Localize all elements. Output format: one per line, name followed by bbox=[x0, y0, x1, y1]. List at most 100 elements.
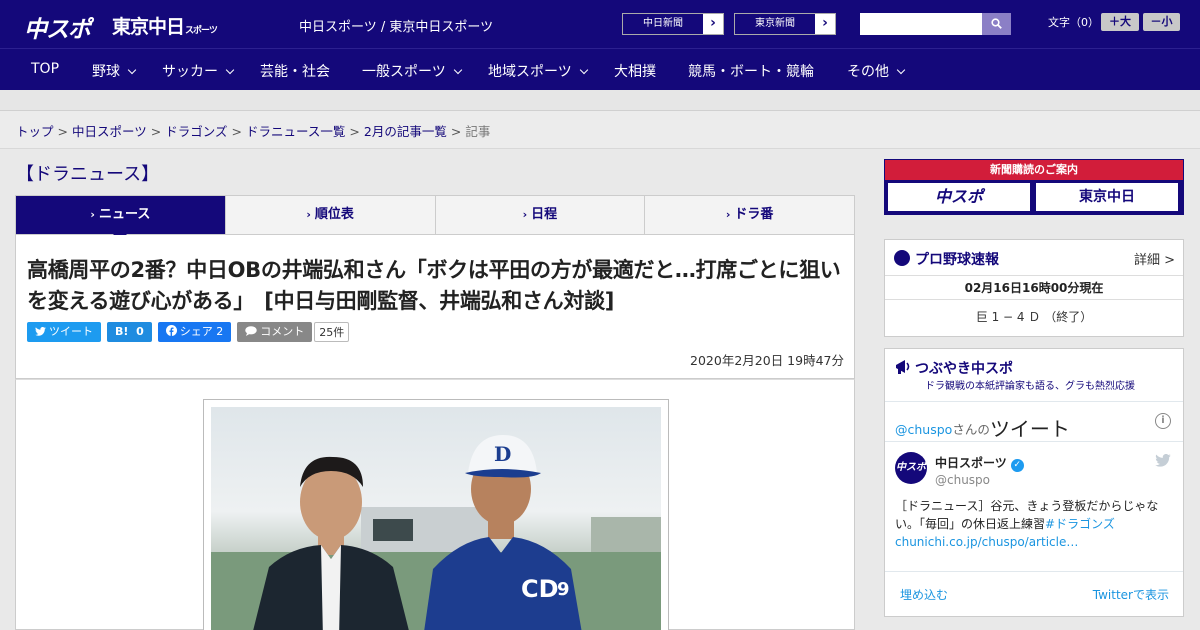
view-on-twitter-link[interactable]: Twitterで表示 bbox=[1093, 586, 1169, 603]
comment-button[interactable]: コメント bbox=[237, 322, 313, 342]
article-photo[interactable]: D CD 9 bbox=[211, 407, 661, 630]
breadcrumb-link-news-list[interactable]: ドラニュース一覧 bbox=[246, 124, 345, 139]
twitter-bird-icon[interactable] bbox=[1155, 454, 1171, 467]
article-photo-area: D CD 9 bbox=[15, 379, 855, 630]
breadcrumb-separator: > bbox=[349, 124, 360, 139]
facebook-share-button[interactable]: シェア 2 bbox=[157, 322, 232, 342]
sub-bar bbox=[0, 90, 1200, 111]
tokyo-logo-main: 東京中日 bbox=[112, 16, 185, 38]
article-header: 高橋周平の2番？中日OBの井端弘和さん「ボクは平田の方が最適だと…打席ごとに狙い… bbox=[15, 235, 855, 379]
facebook-count: 2 bbox=[216, 325, 224, 338]
megaphone-icon bbox=[896, 360, 910, 374]
tweet-hashtag[interactable]: #ドラゴンズ bbox=[1045, 517, 1115, 531]
tokyo-logo-small: スポーツ bbox=[185, 26, 218, 36]
nav-item-top[interactable]: TOP bbox=[31, 61, 59, 77]
tab-label: 日程 bbox=[531, 207, 558, 222]
tab-label: ドラ番 bbox=[734, 207, 774, 222]
ext-link-label: 中日新聞 bbox=[623, 14, 703, 34]
widget-title: プロ野球速報 bbox=[915, 252, 999, 268]
svg-text:CD: CD bbox=[521, 575, 559, 603]
tokyo-chunichi-logo[interactable]: 東京中日スポーツ bbox=[112, 12, 218, 39]
baseball-scores-widget: プロ野球速報 詳細 > 02月16日16時00分現在 巨 1 − 4 Ｄ （終了… bbox=[884, 239, 1184, 337]
top-header: 中スポ 東京中日スポーツ 中日スポーツ / 東京中日スポーツ 中日新聞 › 東京… bbox=[0, 0, 1200, 48]
breadcrumb-link-top[interactable]: トップ bbox=[16, 124, 54, 139]
chevron-right-icon: › bbox=[306, 208, 311, 221]
nav-label: TOP bbox=[31, 61, 60, 77]
scores-timestamp: 02月16日16時00分現在 bbox=[885, 276, 1183, 300]
nav-label: サッカー bbox=[162, 64, 218, 80]
verified-badge-icon: ✓ bbox=[1010, 459, 1024, 472]
font-bigger-button[interactable]: ＋大 bbox=[1101, 13, 1139, 31]
timeline-heading[interactable]: @chuspoさんのツイート bbox=[895, 411, 1070, 441]
breadcrumb-separator: > bbox=[57, 124, 68, 139]
nav-item-soccer[interactable]: サッカー bbox=[162, 61, 235, 81]
nav-item-other[interactable]: その他 bbox=[847, 61, 906, 81]
nav-item-general-sports[interactable]: 一般スポーツ bbox=[362, 61, 462, 81]
photo-illustration: D CD 9 bbox=[211, 435, 661, 630]
breadcrumb-link-dragons[interactable]: ドラゴンズ bbox=[165, 124, 227, 139]
nav-label: 大相撲 bbox=[614, 64, 656, 80]
search-button[interactable] bbox=[982, 13, 1011, 35]
facebook-icon bbox=[165, 325, 177, 336]
breadcrumb-link-chuspo[interactable]: 中日スポーツ bbox=[72, 124, 147, 139]
twitter-widget-footer: 埋め込む Twitterで表示 bbox=[885, 572, 1183, 612]
tweet-user-name-row[interactable]: 中日スポーツ ✓ bbox=[935, 454, 1024, 472]
tweet-user-id[interactable]: @chuspo bbox=[935, 473, 990, 487]
tweet-card[interactable]: 中スポ 中日スポーツ ✓ @chuspo ［ドラニュース］谷元、きょう登板だからじ… bbox=[885, 442, 1183, 572]
nav-label: 野球 bbox=[92, 64, 120, 80]
nav-item-sumo[interactable]: 大相撲 bbox=[614, 61, 656, 81]
avatar[interactable]: 中スポ bbox=[895, 452, 927, 484]
scores-detail-link[interactable]: 詳細 > bbox=[1134, 249, 1175, 268]
tokyo-shimbun-link[interactable]: 東京新聞 › bbox=[734, 13, 836, 35]
subscription-banner[interactable]: 新聞購読のご案内 中スポ 東京中日 bbox=[884, 159, 1184, 215]
tweet-body: ［ドラニュース］谷元、きょう登板だからじゃない。「毎回」の休日返上練習 bbox=[895, 499, 1159, 531]
nav-item-regional-sports[interactable]: 地域スポーツ bbox=[488, 61, 588, 81]
breadcrumb-link-february[interactable]: 2月の記事一覧 bbox=[364, 124, 447, 139]
breadcrumb: トップ > 中日スポーツ > ドラゴンズ > ドラニュース一覧 >2月の記事一覧 > 記事 bbox=[16, 121, 490, 140]
nav-item-baseball[interactable]: 野球 bbox=[92, 61, 137, 81]
section-title: 【ドラニュース】 bbox=[16, 164, 160, 185]
widget-subtitle: ドラ観戦の本紙評論家も語る、グラも熱烈応援 bbox=[925, 381, 1135, 392]
comment-count-badge: 25件 bbox=[314, 322, 350, 342]
hatena-count: 0 bbox=[136, 325, 144, 338]
tab-schedule[interactable]: › 日程 bbox=[434, 196, 645, 234]
main-nav: TOP 野球 サッカー 芸能・社会 一般スポーツ 地域スポーツ 大相撲 競馬・ボ… bbox=[0, 48, 1200, 90]
tweet-button[interactable]: ツイート bbox=[27, 322, 101, 342]
tab-label: 順位表 bbox=[314, 207, 354, 222]
tweet-user-name: 中日スポーツ bbox=[935, 456, 1007, 470]
svg-text:9: 9 bbox=[557, 579, 570, 600]
chevron-right-icon: › bbox=[725, 208, 731, 221]
nav-label: 芸能・社会 bbox=[260, 64, 330, 80]
hatena-bookmark-button[interactable]: B! 0 bbox=[107, 322, 152, 342]
share-buttons: ツイート B! 0 シェア 2 コメント 25件 bbox=[27, 322, 353, 342]
tab-dora-ban[interactable]: › ドラ番 bbox=[644, 196, 854, 234]
tokyo-chunichi-logo: 東京中日 bbox=[1036, 183, 1178, 211]
search-input[interactable] bbox=[860, 13, 982, 35]
nav-label: 一般スポーツ bbox=[362, 64, 446, 80]
tab-standings[interactable]: › 順位表 bbox=[224, 196, 435, 234]
chunichi-shimbun-link[interactable]: 中日新聞 › bbox=[622, 13, 724, 35]
breadcrumb-separator: > bbox=[231, 124, 242, 139]
tab-news[interactable]: › ニュース bbox=[16, 196, 225, 241]
hatena-icon: B! bbox=[115, 325, 129, 338]
score-line[interactable]: 巨 1 − 4 Ｄ （終了） bbox=[885, 300, 1183, 334]
widget-header: プロ野球速報 詳細 > bbox=[885, 240, 1183, 276]
chevron-right-icon: › bbox=[522, 208, 528, 221]
chevron-right-icon: › bbox=[710, 15, 716, 31]
chevron-right-icon: › bbox=[822, 15, 828, 31]
nav-item-entertainment[interactable]: 芸能・社会 bbox=[260, 61, 330, 81]
chuspo-logo[interactable]: 中スポ bbox=[24, 10, 91, 44]
info-icon[interactable]: i bbox=[1155, 413, 1171, 429]
twitter-bird-icon bbox=[35, 326, 46, 336]
font-smaller-button[interactable]: －小 bbox=[1143, 13, 1180, 31]
tweet-link[interactable]: chunichi.co.jp/chuspo/article… bbox=[895, 535, 1078, 549]
speech-bubble-icon bbox=[245, 326, 257, 336]
section-tabs: › ニュース › 順位表 › 日程 › ドラ番 bbox=[15, 195, 855, 241]
article-headline: 高橋周平の2番？中日OBの井端弘和さん「ボクは平田の方が最適だと…打席ごとに狙い… bbox=[27, 258, 841, 313]
embed-link[interactable]: 埋め込む bbox=[900, 586, 948, 603]
site-name: 中日スポーツ / 東京中日スポーツ bbox=[299, 20, 494, 35]
chevron-right-icon: › bbox=[90, 208, 95, 221]
ext-link-label: 東京新聞 bbox=[735, 14, 815, 34]
font-size-label: 文字（0） bbox=[1048, 16, 1099, 29]
nav-item-racing[interactable]: 競馬・ボート・競輪 bbox=[688, 61, 814, 81]
